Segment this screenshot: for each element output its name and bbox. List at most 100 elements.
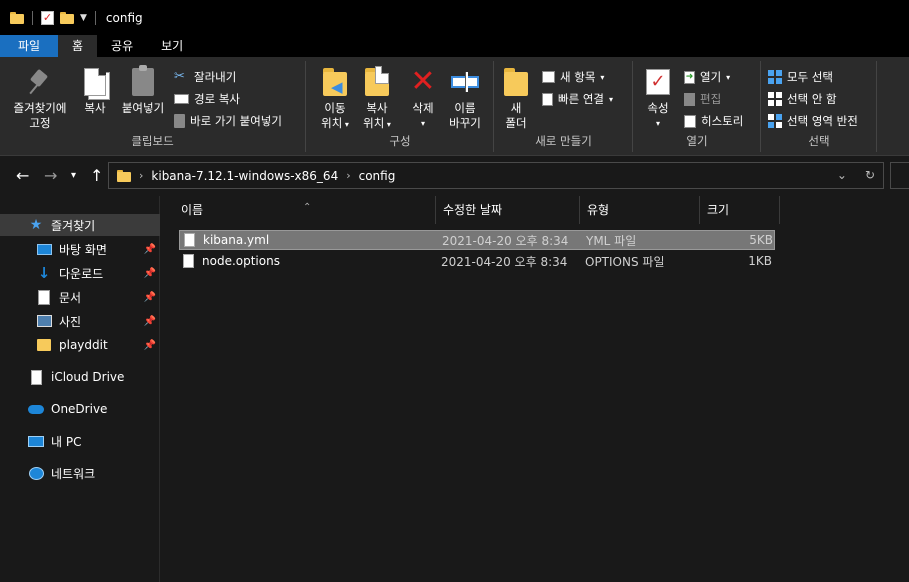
new-group: 새 폴더 새 항목 ▾ 빠른 연결 ▾ 새로 만들기 <box>495 61 633 152</box>
organize-group: ◀ 이동 위치 ▾ 복사 위치 ▾ ✕ 삭제 ▾ 이름 바꾸기 구성 <box>307 61 494 152</box>
file-type: OPTIONS 파일 <box>585 254 665 269</box>
copy-path-button[interactable]: 경로 복사 <box>174 91 240 107</box>
refresh-icon[interactable]: ↻ <box>865 168 875 182</box>
file-size: 1KB <box>748 254 772 268</box>
sidebar-item-quick-access[interactable]: ★ 즐겨찾기 <box>0 214 160 236</box>
new-group-label: 새로 만들기 <box>535 134 592 148</box>
sidebar-item-network[interactable]: 네트워크 <box>0 462 160 484</box>
select-none-icon <box>768 92 782 106</box>
pin-icon[interactable]: 📌 <box>144 268 156 279</box>
title-bar: ✓ ▼ config <box>0 0 909 35</box>
recent-locations-chevron-icon[interactable]: ▾ <box>71 170 76 181</box>
open-label: 열기 <box>700 70 722 84</box>
new-folder-icon[interactable] <box>60 11 74 24</box>
paste-shortcut-button[interactable]: 바로 가기 붙여넣기 <box>174 113 282 129</box>
address-dropdown-chevron-icon[interactable]: ⌄ <box>837 168 847 182</box>
sidebar-item-documents[interactable]: 문서 📌 <box>0 286 160 308</box>
delete-button[interactable]: ✕ 삭제 ▾ <box>407 65 439 131</box>
rename-button[interactable]: 이름 바꾸기 <box>445 65 485 131</box>
paste-button[interactable]: 붙여넣기 <box>116 65 170 116</box>
tab-file[interactable]: 파일 <box>0 35 58 57</box>
toolbar-separator <box>94 10 96 25</box>
sidebar-item-label: 즐겨찾기 <box>51 218 96 233</box>
properties-icon[interactable]: ✓ <box>41 10 54 25</box>
new-item-button[interactable]: 새 항목 ▾ <box>542 69 604 85</box>
clipboard-icon <box>132 65 154 96</box>
column-header-size[interactable]: 크기 <box>701 196 780 224</box>
up-arrow-icon[interactable]: ↑ <box>90 166 103 185</box>
invert-selection-button[interactable]: 선택 영역 반전 <box>768 113 858 129</box>
move-label-2: 위치 <box>321 116 343 130</box>
file-row-kibana-yml[interactable]: kibana.yml 2021-04-20 오후 8:34 YML 파일 5KB <box>179 230 775 250</box>
sidebar-item-label: 내 PC <box>51 434 82 449</box>
copy-to-button[interactable]: 복사 위치 ▾ <box>355 65 399 132</box>
file-type: YML 파일 <box>586 233 637 248</box>
column-header-modified[interactable]: 수정한 날짜 <box>437 196 580 224</box>
file-modified: 2021-04-20 오후 8:34 <box>442 233 569 248</box>
pin-to-quick-access-button[interactable]: 즐겨찾기에 고정 <box>6 65 74 131</box>
icloud-icon <box>30 369 42 385</box>
move-dropdown-icon: ▾ <box>342 120 349 129</box>
copy-to-label-1: 복사 <box>366 101 388 115</box>
tab-home[interactable]: 홈 <box>58 35 98 57</box>
history-button[interactable]: 히스토리 <box>684 113 743 129</box>
rename-label-1: 이름 <box>454 101 476 115</box>
pin-icon <box>29 69 51 95</box>
clipboard-group: 즐겨찾기에 고정 복사 붙여넣기 ✂ 잘라내기 경로 복사 바로 가기 붙여넣기… <box>0 61 306 152</box>
file-name: kibana.yml <box>203 233 270 247</box>
tab-share[interactable]: 공유 <box>97 35 147 57</box>
column-header-type[interactable]: 유형 <box>581 196 700 224</box>
file-row-node-options[interactable]: node.options 2021-04-20 오후 8:34 OPTIONS … <box>179 251 775 271</box>
easy-access-button[interactable]: 빠른 연결 ▾ <box>542 91 613 107</box>
properties-button[interactable]: ✓ 속성 ▾ <box>640 65 676 131</box>
paste-label: 붙여넣기 <box>121 101 165 115</box>
pin-icon[interactable]: 📌 <box>144 316 156 327</box>
column-header-name[interactable]: ⌃ 이름 <box>163 196 436 224</box>
move-to-button[interactable]: ◀ 이동 위치 ▾ <box>313 65 357 132</box>
sidebar-item-icloud-drive[interactable]: iCloud Drive <box>0 366 160 388</box>
forward-arrow-icon[interactable]: → <box>44 166 57 185</box>
back-arrow-icon[interactable]: ← <box>16 166 29 185</box>
sidebar-item-label: 바탕 화면 <box>59 242 107 257</box>
tab-view[interactable]: 보기 <box>147 35 197 57</box>
search-input[interactable] <box>890 162 909 189</box>
edit-button[interactable]: 편집 <box>684 91 721 107</box>
copy-button[interactable]: 복사 <box>78 65 112 116</box>
breadcrumb-chevron-icon[interactable]: › <box>139 169 143 182</box>
paste-shortcut-label: 바로 가기 붙여넣기 <box>190 114 282 128</box>
column-header-label: 이름 <box>181 203 204 217</box>
pc-icon <box>28 435 44 447</box>
properties-check-icon: ✓ <box>646 69 670 95</box>
sidebar-item-downloads[interactable]: ↓ 다운로드 📌 <box>0 262 160 284</box>
pin-icon[interactable]: 📌 <box>144 292 156 303</box>
sidebar-item-this-pc[interactable]: 내 PC <box>0 430 160 452</box>
address-bar[interactable]: › kibana-7.12.1-windows-x86_64 › config … <box>108 162 884 189</box>
sidebar-item-onedrive[interactable]: OneDrive <box>0 398 160 420</box>
select-all-button[interactable]: 모두 선택 <box>768 69 833 85</box>
pin-icon[interactable]: 📌 <box>144 340 156 351</box>
sidebar-item-label: OneDrive <box>51 402 108 416</box>
easy-access-dropdown-icon: ▾ <box>608 94 613 104</box>
pin-icon[interactable]: 📌 <box>144 244 156 255</box>
new-folder-button[interactable]: 새 폴더 <box>501 65 531 131</box>
select-none-button[interactable]: 선택 안 함 <box>768 91 837 107</box>
sidebar-item-desktop[interactable]: 바탕 화면 📌 <box>0 238 160 260</box>
download-icon: ↓ <box>37 264 51 282</box>
sidebar-item-playddit[interactable]: playddit 📌 <box>0 334 160 356</box>
properties-dropdown-icon: ▾ <box>655 119 660 128</box>
sidebar-item-label: 문서 <box>59 290 82 305</box>
new-item-icon <box>542 71 555 83</box>
navigation-pane: ★ 즐겨찾기 바탕 화면 📌 ↓ 다운로드 📌 문서 📌 사진 📌 playdd… <box>0 196 160 582</box>
cut-button[interactable]: ✂ 잘라내기 <box>174 69 236 85</box>
breadcrumb-config[interactable]: config <box>359 169 396 183</box>
sidebar-item-pictures[interactable]: 사진 📌 <box>0 310 160 332</box>
sidebar-item-label: 사진 <box>59 314 82 329</box>
edit-icon <box>684 92 695 106</box>
customize-toolbar-chevron-icon[interactable]: ▼ <box>80 13 87 23</box>
cut-label: 잘라내기 <box>194 70 237 84</box>
open-button[interactable]: ➜ 열기 ▾ <box>684 69 730 85</box>
breadcrumb-chevron-icon[interactable]: › <box>346 169 350 182</box>
sidebar-item-label: 네트워크 <box>51 466 96 481</box>
breadcrumb-kibana[interactable]: kibana-7.12.1-windows-x86_64 <box>151 169 338 183</box>
copy-label: 복사 <box>84 101 106 115</box>
